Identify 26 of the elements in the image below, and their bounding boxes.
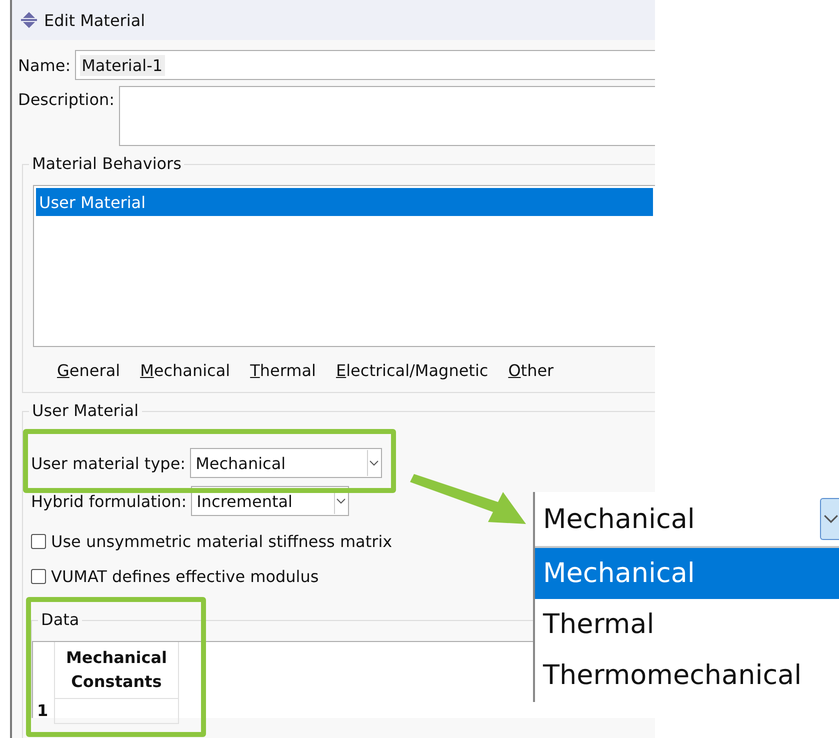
menu-item[interactable]: Mechanical (140, 361, 230, 380)
chevron-down-icon (369, 460, 380, 466)
description-field[interactable] (118, 86, 655, 146)
list-item[interactable]: User Material (36, 188, 653, 216)
window-title: Edit Material (44, 10, 146, 30)
name-field[interactable]: Material-1 (74, 50, 655, 80)
table-cell[interactable] (55, 699, 179, 724)
menu-item[interactable]: Other (508, 361, 554, 380)
chevron-down-icon (336, 498, 346, 504)
checkbox-label: VUMAT defines effective modulus (51, 567, 319, 586)
menu-item[interactable]: Thermal (250, 361, 316, 380)
dialog-icon (20, 11, 38, 29)
checkbox-label: Use unsymmetric material stiffness matrix (51, 532, 392, 551)
column-header: Mechanical Constants (55, 642, 179, 699)
type-dropdown[interactable]: Mechanical (190, 448, 382, 478)
checkbox[interactable] (31, 534, 46, 549)
hybrid-label: Hybrid formulation: (31, 492, 187, 510)
description-label: Description: (18, 89, 115, 109)
dropdown-option[interactable]: Mechanical (535, 548, 839, 599)
checkbox[interactable] (31, 569, 46, 584)
menu-item[interactable]: Electrical/Magnetic (336, 361, 488, 380)
menu-item[interactable]: General (57, 361, 120, 380)
row-number: 1 (33, 699, 55, 724)
name-label: Name: (18, 56, 71, 74)
type-label: User material type: (31, 454, 186, 472)
chevron-down-icon (823, 514, 839, 524)
